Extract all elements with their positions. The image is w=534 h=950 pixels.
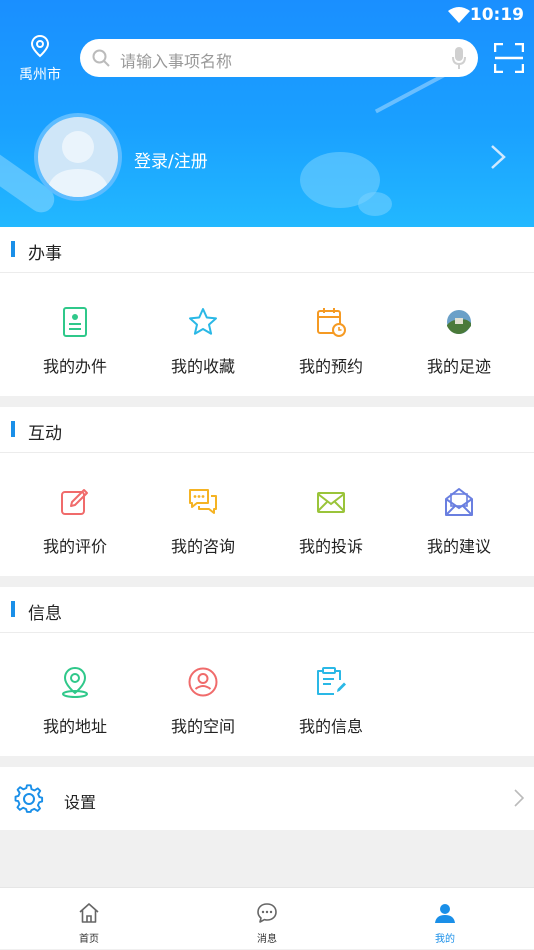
wifi-icon [448, 7, 470, 23]
profile-header: 10:19 禹州市 请输入事项名称 登录/注册 [0, 0, 534, 227]
chevron-right-icon[interactable] [490, 144, 506, 170]
menu-item-label: 我的空间 [170, 717, 235, 736]
avatar[interactable] [34, 113, 122, 201]
settings-label: 设置 [64, 793, 97, 812]
location-pin-icon [30, 34, 50, 58]
menu-item-my-appointments[interactable]: 我的预约 [264, 273, 398, 396]
section-header: 互动 [0, 407, 534, 453]
menu-item-label: 我的咨询 [170, 537, 235, 556]
menu-item-my-address[interactable]: 我的地址 [8, 633, 142, 756]
tab-profile[interactable]: 我的 [356, 888, 534, 950]
settings-row[interactable]: 设置 [0, 767, 534, 830]
menu-item-label: 我的建议 [426, 537, 491, 556]
profile-icon [435, 904, 455, 923]
menu-item-my-consultations[interactable]: 我的咨询 [136, 453, 270, 576]
home-icon [79, 903, 99, 923]
search-input[interactable]: 请输入事项名称 [80, 39, 478, 77]
section-business: 办事 我的办件 我的收藏 我的预约 我的足迹 [0, 227, 534, 396]
tab-messages[interactable]: 消息 [178, 888, 356, 950]
location-pin-icon [62, 666, 88, 698]
tab-label: 我的 [435, 934, 455, 945]
gear-icon [14, 784, 44, 813]
section-header: 信息 [0, 587, 534, 633]
bottom-tab-bar: 首页 消息 我的 [0, 887, 534, 949]
open-envelope-icon [445, 488, 473, 516]
status-bar: 10:19 [0, 0, 534, 28]
menu-item-my-favorites[interactable]: 我的收藏 [136, 273, 270, 396]
menu-item-my-suggestions[interactable]: 我的建议 [392, 453, 526, 576]
menu-item-label: 我的收藏 [170, 357, 235, 376]
tab-home[interactable]: 首页 [0, 888, 178, 950]
edit-icon [61, 489, 88, 515]
menu-item-label: 我的信息 [298, 717, 363, 736]
menu-grid: 我的办件 我的收藏 我的预约 我的足迹 [0, 273, 534, 396]
chat-icon [189, 489, 217, 514]
section-interaction: 互动 我的评价 我的咨询 我的投诉 我的建议 [0, 407, 534, 576]
status-time: 10:19 [469, 5, 524, 25]
search-icon [92, 49, 110, 67]
menu-item-label: 我的预约 [298, 357, 363, 376]
note-edit-icon [317, 667, 346, 695]
microphone-icon[interactable] [452, 47, 466, 69]
section-title: 办事 [28, 244, 62, 264]
menu-grid: 我的地址 我的空间 我的信息 [0, 633, 534, 756]
section-accent-bar [11, 601, 15, 617]
document-icon [63, 307, 87, 337]
menu-item-label: 我的足迹 [426, 357, 491, 376]
chevron-right-icon [514, 789, 524, 807]
message-icon [257, 903, 277, 923]
login-register-link[interactable]: 登录/注册 [134, 147, 208, 172]
menu-item-my-info[interactable]: 我的信息 [264, 633, 398, 756]
star-icon [189, 308, 217, 335]
section-title: 互动 [28, 424, 62, 444]
menu-item-my-reviews[interactable]: 我的评价 [8, 453, 142, 576]
menu-item-my-footprints[interactable]: 我的足迹 [392, 273, 526, 396]
section-accent-bar [11, 241, 15, 257]
default-avatar-icon [46, 131, 110, 197]
menu-item-label: 我的投诉 [298, 537, 363, 556]
menu-item-my-complaints[interactable]: 我的投诉 [264, 453, 398, 576]
tab-label: 首页 [79, 934, 99, 945]
tab-label: 消息 [257, 934, 277, 945]
section-information: 信息 我的地址 我的空间 我的信息 [0, 587, 534, 756]
footprint-photo-icon [447, 310, 471, 334]
location-selector[interactable]: 禹州市 [14, 34, 66, 84]
search-placeholder: 请输入事项名称 [120, 52, 233, 71]
user-circle-icon [188, 667, 218, 697]
envelope-icon [317, 492, 345, 513]
menu-item-label: 我的评价 [42, 537, 107, 556]
menu-item-label: 我的办件 [42, 357, 107, 376]
calendar-clock-icon [317, 308, 346, 337]
menu-item-my-cases[interactable]: 我的办件 [8, 273, 142, 396]
menu-grid: 我的评价 我的咨询 我的投诉 我的建议 [0, 453, 534, 576]
menu-item-label: 我的地址 [42, 717, 107, 736]
section-title: 信息 [28, 604, 62, 624]
city-label: 禹州市 [19, 67, 61, 83]
scan-icon[interactable] [494, 43, 524, 73]
menu-item-my-space[interactable]: 我的空间 [136, 633, 270, 756]
section-accent-bar [11, 421, 15, 437]
section-header: 办事 [0, 227, 534, 273]
decoration-bubble-small [358, 192, 392, 216]
